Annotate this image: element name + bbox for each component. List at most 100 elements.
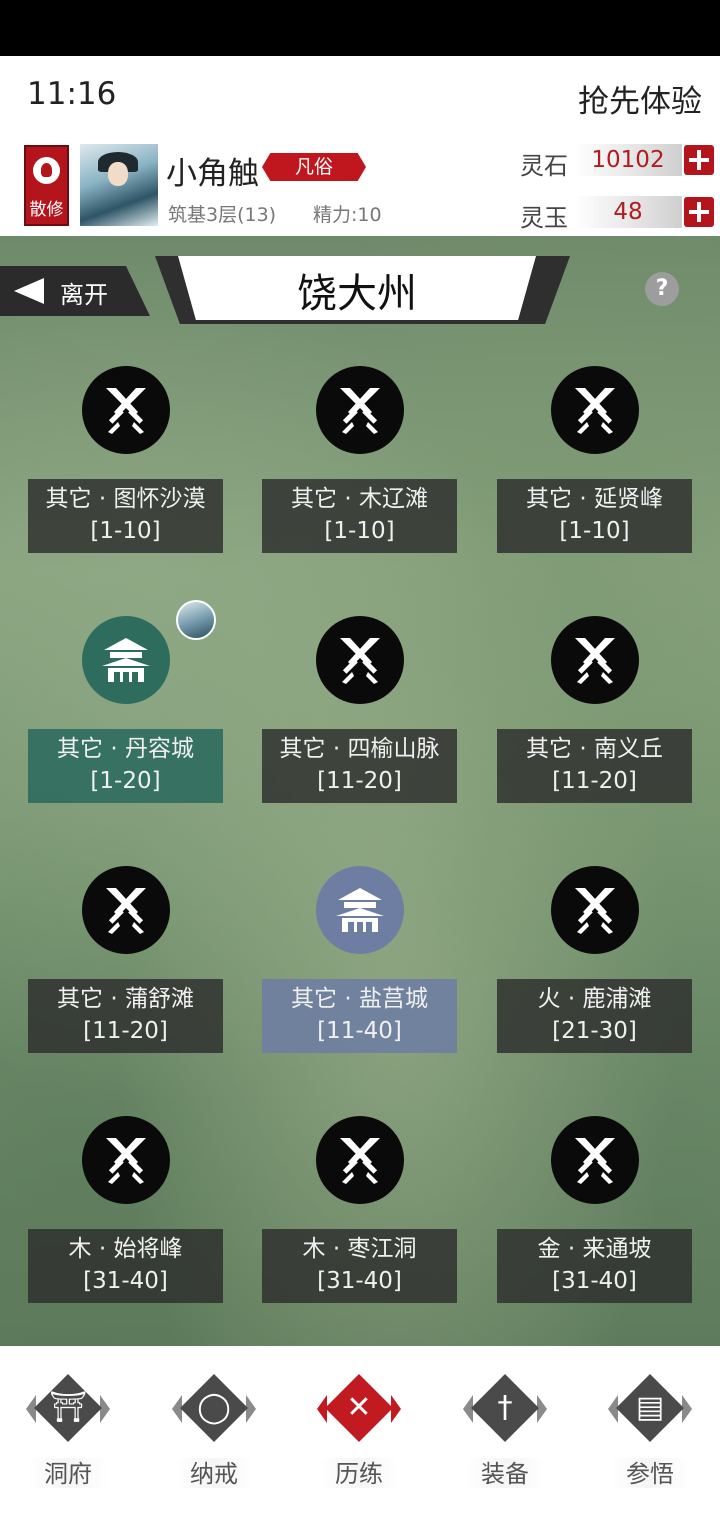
location-card[interactable]: 其它 · 丹容城 [1-20] [28, 729, 223, 803]
location-card[interactable]: 其它 · 南义丘 [11-20] [497, 729, 692, 803]
location-level-range: [1-20] [90, 768, 161, 794]
location-level-range: [21-30] [552, 1018, 637, 1044]
location-card[interactable]: 其它 · 图怀沙漠 [1-10] [28, 479, 223, 553]
location-card[interactable]: 其它 · 四榆山脉 [11-20] [262, 729, 457, 803]
crossed-swords-icon[interactable] [82, 366, 170, 454]
player-name: 小角触 [166, 156, 259, 192]
location-level-range: [31-40] [552, 1268, 637, 1294]
location-level-range: [1-10] [324, 518, 395, 544]
location-node[interactable]: 其它 · 南义丘 [11-20] [497, 616, 692, 816]
nav-item-4[interactable]: † 装备 [455, 1366, 555, 1506]
sword-icon: † [463, 1374, 547, 1442]
location-node[interactable]: 其它 · 图怀沙漠 [1-10] [28, 366, 223, 566]
player-location-marker [176, 600, 216, 640]
nav-label: 洞府 [44, 1460, 92, 1488]
location-level-range: [11-20] [552, 768, 637, 794]
location-name: 其它 · 延贤峰 [526, 486, 663, 512]
leave-label: 离开 [60, 281, 108, 309]
spirit-stone-value: 10102 [574, 144, 682, 176]
sect-badge[interactable]: 散修 [24, 145, 69, 226]
spirit-jade-label: 灵玉 [520, 204, 568, 232]
location-level-range: [11-40] [317, 1018, 402, 1044]
location-node[interactable]: 其它 · 盐莒城 [11-40] [262, 866, 457, 1066]
location-name: 火 · 鹿浦滩 [537, 986, 652, 1012]
location-name: 其它 · 图怀沙漠 [45, 486, 206, 512]
nav-item-3[interactable]: ✕ 历练 [309, 1366, 409, 1506]
nav-label: 装备 [481, 1460, 529, 1488]
location-level-range: [31-40] [83, 1268, 168, 1294]
stamina-value: 精力:10 [313, 204, 382, 226]
location-card[interactable]: 木 · 枣江洞 [31-40] [262, 1229, 457, 1303]
location-node[interactable]: 火 · 鹿浦滩 [21-30] [497, 866, 692, 1066]
location-card[interactable]: 其它 · 蒲舒滩 [11-20] [28, 979, 223, 1053]
location-level-range: [1-10] [559, 518, 630, 544]
location-card[interactable]: 金 · 来通坡 [31-40] [497, 1229, 692, 1303]
crossed-swords-icon[interactable] [82, 866, 170, 954]
player-profile: 散修 小角触 凡俗 筑基3层(13) 精力:10 灵石 10102 灵玉 48 [0, 136, 720, 236]
spirit-jade-value: 48 [574, 196, 682, 228]
nav-label: 参悟 [626, 1460, 674, 1488]
location-level-range: [31-40] [317, 1268, 402, 1294]
location-node[interactable]: 其它 · 木辽滩 [1-10] [262, 366, 457, 566]
nav-label: 纳戒 [190, 1460, 238, 1488]
location-name: 其它 · 盐莒城 [291, 986, 428, 1012]
add-spirit-stone-button[interactable] [684, 145, 714, 175]
leave-button[interactable]: 离开 [0, 266, 150, 316]
location-name: 其它 · 木辽滩 [291, 486, 428, 512]
crossed-swords-icon[interactable] [551, 1116, 639, 1204]
location-card[interactable]: 木 · 始将峰 [31-40] [28, 1229, 223, 1303]
gate-icon: ⛩ [26, 1374, 110, 1442]
early-access-label: 抢先体验 [578, 84, 702, 120]
crossed-swords-icon[interactable] [551, 366, 639, 454]
add-spirit-jade-button[interactable] [684, 197, 714, 227]
crossed-swords-icon[interactable] [551, 866, 639, 954]
location-node[interactable]: 其它 · 丹容城 [1-20] [28, 616, 223, 816]
city-gate-icon[interactable] [82, 616, 170, 704]
location-card[interactable]: 其它 · 木辽滩 [1-10] [262, 479, 457, 553]
nav-label: 历练 [335, 1460, 383, 1488]
region-title: 饶大州 [297, 271, 417, 317]
rank-badge: 凡俗 [262, 153, 366, 181]
ring-icon: ◯ [172, 1374, 256, 1442]
title-bar: 11:16 抢先体验 [0, 56, 720, 136]
system-status-bar [0, 0, 720, 56]
location-name: 其它 · 南义丘 [526, 736, 663, 762]
nav-item-5[interactable]: ▤ 参悟 [600, 1366, 700, 1506]
nav-item-2[interactable]: ◯ 纳戒 [164, 1366, 264, 1506]
location-node[interactable]: 木 · 始将峰 [31-40] [28, 1116, 223, 1316]
cultivation-realm: 筑基3层(13) [168, 204, 277, 226]
spirit-stone-label: 灵石 [520, 152, 568, 180]
back-arrow-icon [14, 278, 44, 304]
location-name: 木 · 始将峰 [68, 1236, 183, 1262]
location-name: 木 · 枣江洞 [302, 1236, 417, 1262]
book-icon: ▤ [608, 1374, 692, 1442]
location-node[interactable]: 其它 · 延贤峰 [1-10] [497, 366, 692, 566]
avatar[interactable] [80, 144, 158, 226]
region-map: 离开 饶大州 ? 其它 · 图怀沙漠 [1-10] 其它 · 木辽滩 [1-10] 其它… [0, 236, 720, 1346]
crossed-swords-icon[interactable] [551, 616, 639, 704]
location-node[interactable]: 木 · 枣江洞 [31-40] [262, 1116, 457, 1316]
location-name: 金 · 来通坡 [537, 1236, 652, 1262]
crossed-swords-icon: ✕ [317, 1374, 401, 1442]
crossed-swords-icon[interactable] [316, 1116, 404, 1204]
location-node[interactable]: 其它 · 蒲舒滩 [11-20] [28, 866, 223, 1066]
location-card[interactable]: 火 · 鹿浦滩 [21-30] [497, 979, 692, 1053]
help-icon[interactable]: ? [645, 272, 679, 306]
clock-time: 11:16 [27, 76, 117, 112]
crossed-swords-icon[interactable] [316, 616, 404, 704]
crossed-swords-icon[interactable] [82, 1116, 170, 1204]
location-card[interactable]: 其它 · 延贤峰 [1-10] [497, 479, 692, 553]
city-gate-icon[interactable] [316, 866, 404, 954]
location-card[interactable]: 其它 · 盐莒城 [11-40] [262, 979, 457, 1053]
location-level-range: [11-20] [83, 1018, 168, 1044]
location-name: 其它 · 四榆山脉 [279, 736, 440, 762]
lotus-icon [33, 157, 60, 184]
location-node[interactable]: 其它 · 四榆山脉 [11-20] [262, 616, 457, 816]
location-level-range: [11-20] [317, 768, 402, 794]
crossed-swords-icon[interactable] [316, 366, 404, 454]
sect-label: 散修 [29, 200, 64, 220]
location-name: 其它 · 丹容城 [57, 736, 194, 762]
nav-item-1[interactable]: ⛩ 洞府 [18, 1366, 118, 1506]
location-node[interactable]: 金 · 来通坡 [31-40] [497, 1116, 692, 1316]
bottom-navigation: ⛩ 洞府 ◯ 纳戒 ✕ 历练 † 装备 ▤ 参悟 [0, 1346, 720, 1520]
